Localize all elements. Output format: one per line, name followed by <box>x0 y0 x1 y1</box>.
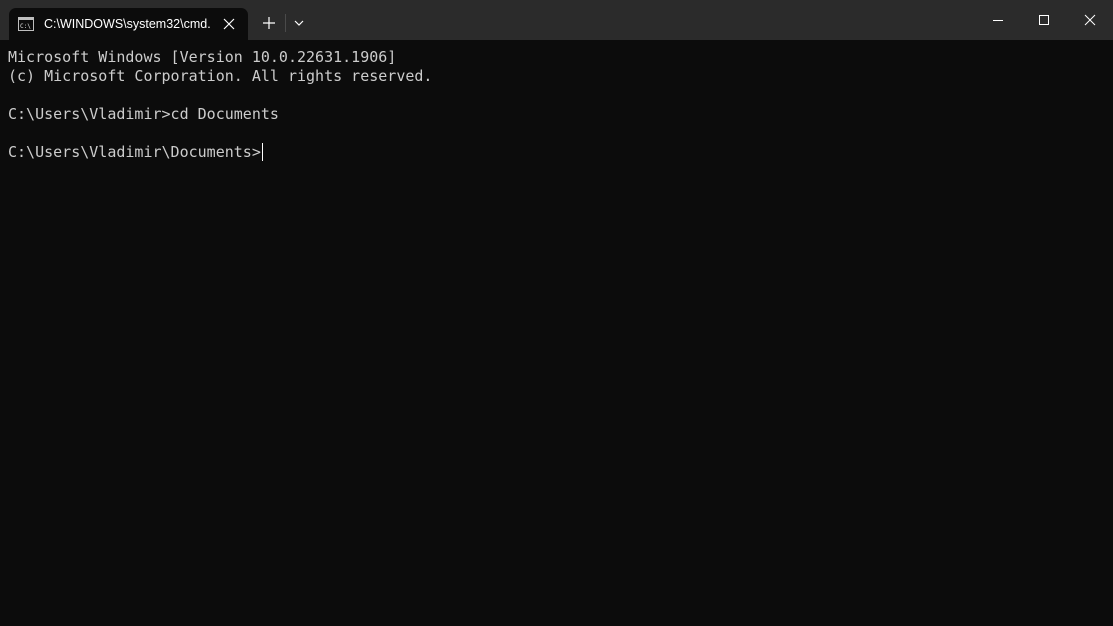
close-window-button[interactable] <box>1067 0 1113 40</box>
terminal-line: C:\Users\Vladimir>cd Documents <box>8 105 279 123</box>
tab-dropdown-button[interactable] <box>285 8 313 38</box>
terminal-prompt[interactable]: C:\Users\Vladimir\Documents> <box>8 143 263 162</box>
maximize-button[interactable] <box>1021 0 1067 40</box>
minimize-button[interactable] <box>975 0 1021 40</box>
title-bar[interactable]: C:\ C:\WINDOWS\system32\cmd. <box>0 0 1113 40</box>
terminal-line: Microsoft Windows [Version 10.0.22631.19… <box>8 48 397 66</box>
text-cursor <box>261 143 263 161</box>
terminal-output[interactable]: Microsoft Windows [Version 10.0.22631.19… <box>0 40 1113 626</box>
prompt-text: C:\Users\Vladimir\Documents> <box>8 143 261 161</box>
new-tab-button[interactable] <box>255 8 283 38</box>
tab-cmd[interactable]: C:\ C:\WINDOWS\system32\cmd. <box>9 8 248 40</box>
svg-text:C:\: C:\ <box>20 23 31 30</box>
cmd-terminal-icon: C:\ <box>18 17 34 31</box>
terminal-window: C:\ C:\WINDOWS\system32\cmd. Microsoft W… <box>0 0 1113 626</box>
close-tab-icon[interactable] <box>219 14 239 34</box>
tab-title: C:\WINDOWS\system32\cmd. <box>44 17 211 31</box>
terminal-line: (c) Microsoft Corporation. All rights re… <box>8 67 433 85</box>
